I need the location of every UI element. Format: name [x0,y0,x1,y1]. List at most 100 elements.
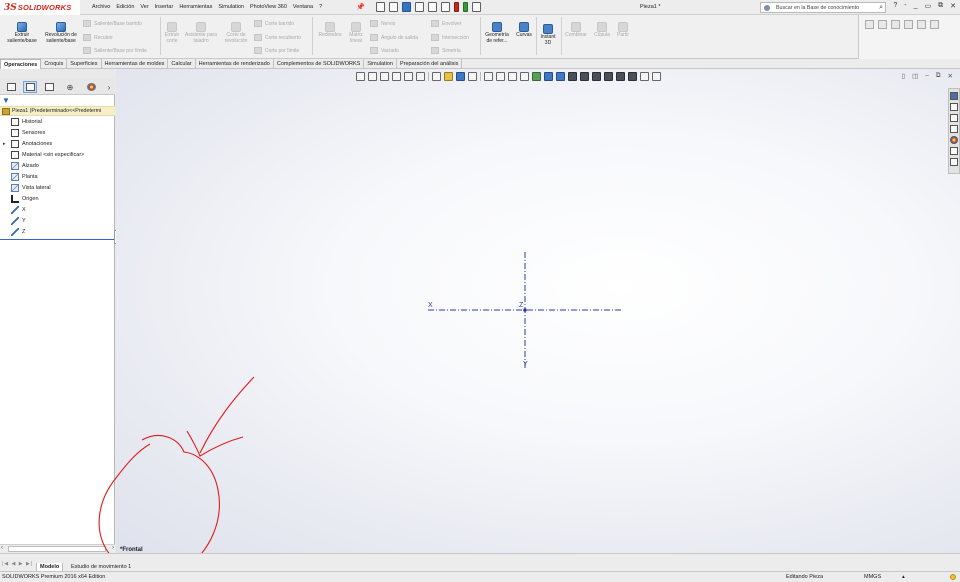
menu-ventana[interactable]: Ventana [290,4,316,10]
menu-edicion[interactable]: Edición [113,4,137,10]
dynamic-annotation-icon[interactable] [404,72,413,81]
dome-button[interactable]: Cúpula [591,22,613,39]
boundary-cut-button[interactable]: Corte por límite [254,47,299,54]
instant3d-button[interactable]: Instant 3D [537,24,559,46]
hide-show-items-icon[interactable] [444,72,453,81]
scroll-left-icon[interactable]: ‹ [1,545,3,551]
lofted-boss-button[interactable]: Recubrir [83,34,113,41]
perspective-icon[interactable] [604,72,613,81]
tree-item-axis-y[interactable]: Y [0,215,115,226]
custom-properties-icon[interactable] [950,147,958,155]
visibility-eye-icon[interactable] [640,72,649,81]
rebuild-icon[interactable] [454,2,459,12]
tree-item-sensores[interactable]: Sensores [0,127,115,138]
maximize-button[interactable]: ▭ [925,2,932,10]
hole-wizard-button[interactable]: Asistente para taladro [184,22,218,44]
graphics-area[interactable]: ▯ ◫ – ⧉ ✕ X Z Y *Frontal [116,69,960,553]
draft-button[interactable]: Ángulo de salida [370,34,418,41]
split-button[interactable]: Partir [613,22,633,39]
feature-manager-tab[interactable] [4,81,18,93]
scroll-right-icon[interactable]: › [112,545,114,551]
dimxpert-tab[interactable]: ⊕ [63,81,77,93]
hidden-lines-visible-icon[interactable] [580,72,589,81]
select-icon[interactable] [441,2,450,12]
minimize-button[interactable]: _ [914,2,918,10]
tab-superficies[interactable]: Superficies [67,59,102,69]
tab-simulation[interactable]: Simulation [364,59,397,69]
tab-operaciones[interactable]: Operaciones [0,59,42,69]
design-library-icon[interactable] [950,103,958,111]
shadows-icon[interactable] [628,72,637,81]
tab-herramientas-renderizado[interactable]: Herramientas de renderizado [196,59,274,69]
notification-icon[interactable] [950,574,956,580]
search-icon[interactable]: ⌕ [879,4,883,12]
new-document-icon[interactable] [376,2,385,12]
configuration-manager-tab[interactable] [42,81,56,93]
wireframe-icon[interactable] [592,72,601,81]
edit-appearance-icon[interactable] [456,72,465,81]
help-dropdown-icon[interactable]: - [904,2,906,10]
knowledge-base-search[interactable]: Buscar en la Base de conocimiento ⌕ [760,2,886,13]
tree-item-vista-lateral[interactable]: Vista lateral [0,182,115,193]
scrollbar-thumb[interactable] [8,546,106,552]
tab-complementos[interactable]: Complementos de SOLIDWORKS [274,59,365,69]
boundary-boss-button[interactable]: Saliente/Base por límite [83,47,147,54]
grid-icon[interactable] [496,72,505,81]
menu-insertar[interactable]: Insertar [152,4,177,10]
viewport-restore-icon[interactable]: ⧉ [936,72,941,80]
section-view-icon[interactable] [392,72,401,81]
tab-croquis[interactable]: Croquis [41,59,68,69]
toolbar-customize-icon[interactable] [652,72,661,81]
toolbar-extra-icon[interactable] [930,20,939,29]
appearances-scenes-icon[interactable] [950,136,958,144]
pin-menu-icon[interactable]: 📌 [356,3,365,11]
viewport-close-icon[interactable]: ✕ [948,72,953,80]
tree-root-part[interactable]: Pieza1 (Predeterminado<<Predetermi [0,106,115,116]
panel-horizontal-scrollbar[interactable]: ‹ › [0,544,115,553]
viewport-split-icon[interactable]: ◫ [912,72,918,80]
expand-tabs-chevron[interactable]: › [102,81,116,93]
cartoon-icon[interactable] [616,72,625,81]
apply-scene-icon[interactable] [468,72,477,81]
rollback-bar[interactable] [0,239,115,240]
reference-geometry-button[interactable]: Geometría de refer... [482,22,512,44]
print-icon[interactable] [415,2,424,12]
view-settings-icon[interactable] [484,72,493,81]
sigma-evaluate-icon[interactable] [520,72,529,81]
swept-boss-button[interactable]: Saliente/Base barrido [83,20,142,27]
tree-item-origen[interactable]: Origen [0,193,115,204]
toolbar-pattern-icon[interactable] [904,20,913,29]
hidden-lines-removed-icon[interactable] [568,72,577,81]
fillet-button[interactable]: Redondeo [315,22,345,39]
tree-item-planta[interactable]: Planta [0,171,115,182]
combine-button[interactable]: Combinar [562,22,590,39]
toolbar-view-icon[interactable] [891,20,900,29]
curves-button[interactable]: Curvas [513,22,535,39]
shaded-with-edges-icon[interactable] [544,72,553,81]
solidworks-forum-icon[interactable] [950,158,958,166]
tree-item-historial[interactable]: Historial [0,116,115,127]
shaded-icon[interactable] [556,72,565,81]
view-orientation-icon[interactable] [416,72,425,81]
revolve-boss-button[interactable]: Revolución de saliente/base [42,22,80,44]
menu-photoview[interactable]: PhotoView 360 [247,4,290,10]
tree-item-alzado[interactable]: Alzado [0,160,115,171]
tab-preparacion-analisis[interactable]: Preparación del análisis [397,59,463,69]
display-manager-tab[interactable] [84,81,98,93]
zoom-to-area-icon[interactable] [368,72,377,81]
unit-system-selector[interactable]: MMGS [864,572,881,582]
options-gear-icon[interactable] [472,2,481,12]
tree-item-material[interactable]: Material <sin especificar> [0,149,115,160]
file-properties-icon[interactable] [463,2,468,12]
tree-item-axis-z[interactable]: Z [0,226,115,237]
extruded-cut-button[interactable]: Extruir corte [162,22,182,44]
viewport-minimize-icon[interactable]: – [925,72,929,80]
previous-view-icon[interactable] [380,72,389,81]
lofted-cut-button[interactable]: Corte recubierto [254,34,301,41]
mirror-button[interactable]: Simetría [431,47,461,54]
tab-calcular[interactable]: Calcular [168,59,196,69]
open-document-icon[interactable] [389,2,398,12]
restore-button[interactable]: ⧉ [938,2,943,10]
toolbar-section-icon[interactable] [917,20,926,29]
reference-axes[interactable]: X Z Y [416,244,636,376]
